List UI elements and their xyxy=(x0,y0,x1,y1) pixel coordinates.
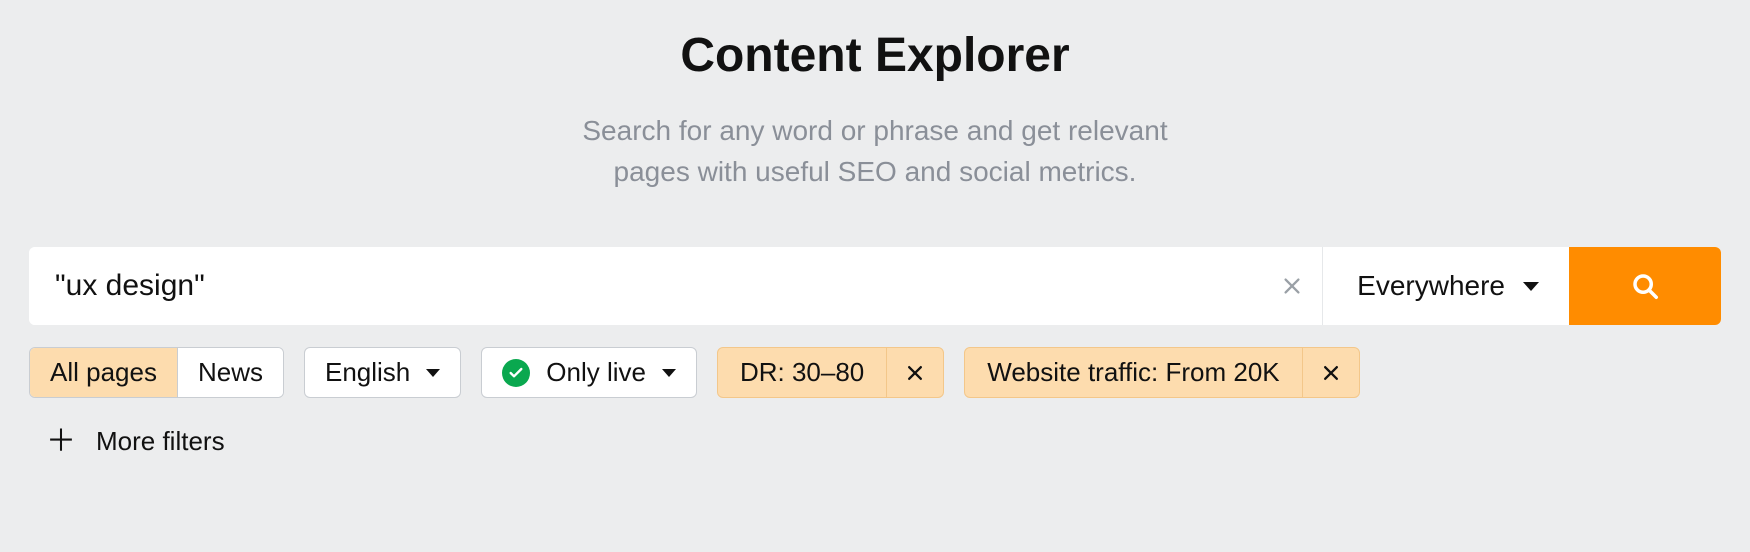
filter-chip-traffic: Website traffic: From 20K xyxy=(964,347,1359,398)
filter-chip-dr-remove[interactable] xyxy=(886,348,943,397)
page-subtitle: Search for any word or phrase and get re… xyxy=(0,111,1750,192)
scope-label: Everywhere xyxy=(1357,270,1505,302)
search-icon xyxy=(1630,271,1660,301)
filters-row: All pages News English Only live DR: 30–… xyxy=(29,347,1721,398)
language-label: English xyxy=(325,357,410,388)
more-filters-button[interactable]: ＋ More filters xyxy=(46,426,1750,457)
filter-chip-traffic-remove[interactable] xyxy=(1302,348,1359,397)
subtitle-line-1: Search for any word or phrase and get re… xyxy=(582,115,1167,146)
scope-select[interactable]: Everywhere xyxy=(1323,247,1569,325)
search-bar: Everywhere xyxy=(29,247,1721,325)
filter-chip-dr-label[interactable]: DR: 30–80 xyxy=(718,348,886,397)
close-icon xyxy=(905,363,925,383)
filter-chip-traffic-label[interactable]: Website traffic: From 20K xyxy=(965,348,1301,397)
subtitle-line-2: pages with useful SEO and social metrics… xyxy=(614,156,1137,187)
caret-down-icon xyxy=(1523,282,1539,291)
plus-icon: ＋ xyxy=(46,427,76,457)
page-title: Content Explorer xyxy=(0,28,1750,83)
only-live-label: Only live xyxy=(546,357,646,388)
close-icon xyxy=(1321,363,1341,383)
segment-all-pages[interactable]: All pages xyxy=(30,348,177,397)
segment-news[interactable]: News xyxy=(177,348,283,397)
more-filters-label: More filters xyxy=(96,426,225,457)
search-input[interactable] xyxy=(29,247,1261,325)
caret-down-icon xyxy=(662,369,676,377)
only-live-filter[interactable]: Only live xyxy=(481,347,697,398)
caret-down-icon xyxy=(426,369,440,377)
language-filter[interactable]: English xyxy=(304,347,461,398)
check-circle-icon xyxy=(502,359,530,387)
filter-chip-dr: DR: 30–80 xyxy=(717,347,944,398)
page-type-segment: All pages News xyxy=(29,347,284,398)
search-button[interactable] xyxy=(1569,247,1721,325)
close-icon xyxy=(1281,275,1303,297)
clear-search-button[interactable] xyxy=(1261,247,1323,325)
